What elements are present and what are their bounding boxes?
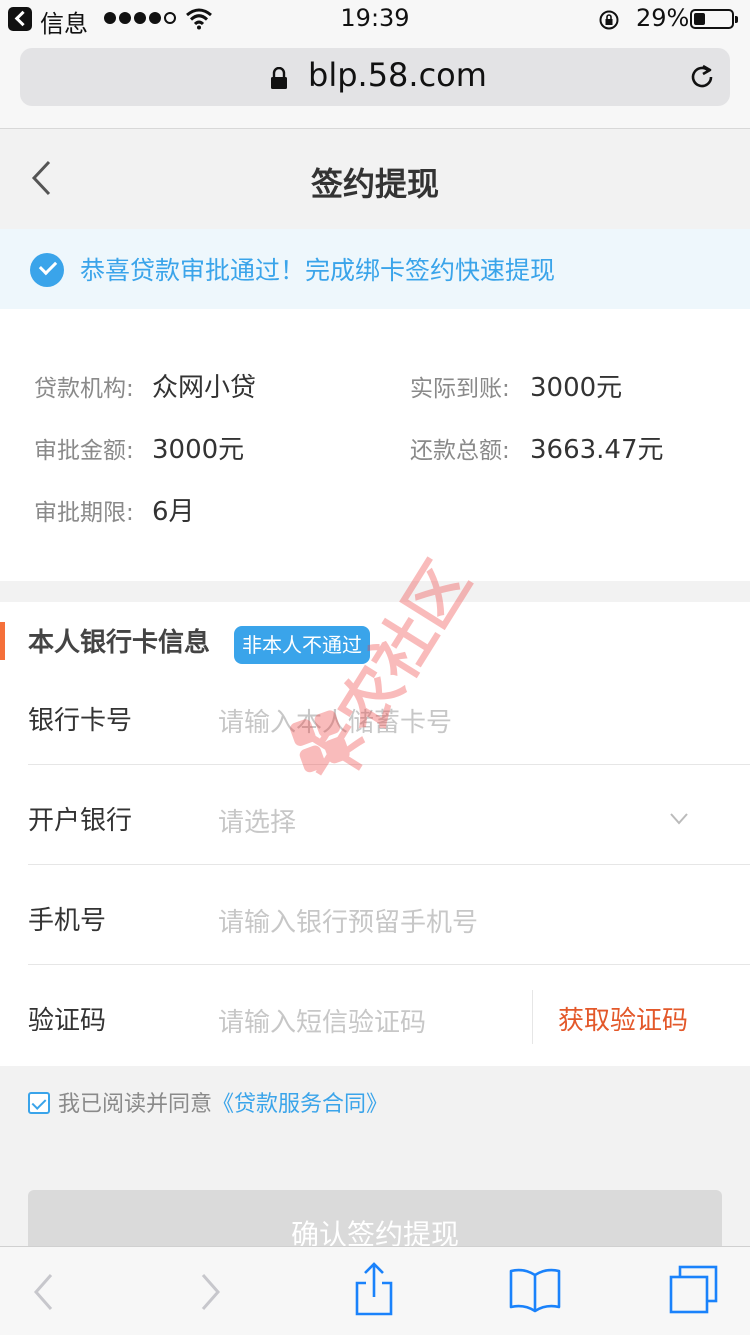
approval-notice: 恭喜贷款审批通过！完成绑卡签约快速提现 [0,229,750,309]
received-label: 实际到账: [410,376,510,402]
institution-value: 众网小贷 [152,373,257,403]
divider [28,864,750,865]
contract-link[interactable]: 《贷款服务合同》 [212,1092,388,1117]
check-circle-icon [30,253,64,287]
url-text[interactable]: blp.58.com [308,56,487,94]
rotation-lock-icon [599,10,619,30]
card-number-label: 银行卡号 [28,706,133,736]
padlock-icon [271,67,287,89]
code-divider [532,990,533,1044]
amount-label: 审批金额: [34,438,134,464]
term-label: 审批期限: [34,500,134,526]
agreement-prefix: 我已阅读并同意 [58,1092,213,1117]
term-value: 6月 [152,497,195,527]
page-header: 签约提现 [0,129,750,229]
total-label: 还款总额: [410,438,510,464]
browser-back-icon[interactable] [32,1273,54,1311]
phone-input[interactable]: 请输入银行预留手机号 [218,902,478,939]
share-icon[interactable] [354,1261,394,1317]
section-title: 本人银行卡信息 [28,628,211,658]
received-value: 3000元 [530,373,623,403]
page-title: 签约提现 [310,165,439,203]
battery-icon [690,9,738,29]
browser-address-area: blp.58.com [0,40,750,129]
code-input[interactable]: 请输入短信验证码 [218,1002,426,1039]
address-bar[interactable]: blp.58.com [20,48,730,106]
section-accent-bar [0,622,5,660]
notice-message: 恭喜贷款审批通过！完成绑卡签约快速提现 [80,256,556,285]
status-bar: 信息 19:39 29% [0,0,750,40]
browser-toolbar [0,1246,750,1335]
tabs-icon[interactable] [668,1265,720,1315]
get-code-button[interactable]: 获取验证码 [558,1000,688,1037]
watermark-logo: 卡农社区 [290,549,484,798]
phone-label: 手机号 [28,906,107,936]
institution-label: 贷款机构: [34,376,134,402]
reload-icon[interactable] [688,63,716,91]
bank-label: 开户银行 [28,806,133,836]
code-label: 验证码 [28,1006,107,1036]
divider [28,964,750,965]
browser-forward-icon[interactable] [200,1273,222,1311]
agreement-checkbox[interactable] [28,1092,50,1114]
bookmarks-icon[interactable] [508,1267,562,1313]
agreement-text: 我已阅读并同意《贷款服务合同》 [58,1086,388,1118]
total-value: 3663.47元 [530,435,664,465]
battery-percent: 29% [636,4,690,32]
chevron-down-icon[interactable] [670,813,688,825]
amount-value: 3000元 [152,435,245,465]
